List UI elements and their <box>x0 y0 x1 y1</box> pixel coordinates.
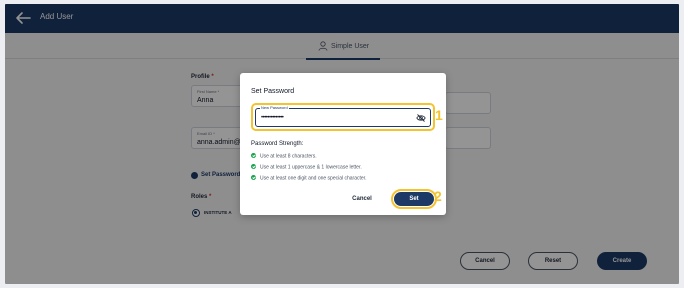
eye-off-icon[interactable] <box>416 113 426 123</box>
set-button[interactable]: Set <box>394 192 434 206</box>
check-circle-icon <box>251 175 256 180</box>
step-marker-1: 1 <box>435 107 443 123</box>
password-highlight: New Password •••••••••••••• <box>251 103 435 131</box>
check-circle-icon <box>251 164 256 169</box>
app-window: Add User Simple User Profile * First Nam… <box>5 4 679 284</box>
new-password-label: New Password <box>260 105 289 110</box>
rule-item: Use at least 1 uppercase & 1 lowercase l… <box>251 164 362 171</box>
dialog-cancel-button[interactable]: Cancel <box>340 190 384 208</box>
password-strength-title: Password Strength: <box>251 141 304 147</box>
rule-item: Use at least one digit and one special c… <box>251 175 366 182</box>
set-password-dialog: Set Password New Password ••••••••••••••… <box>240 73 446 215</box>
new-password-input[interactable]: New Password •••••••••••••• <box>255 105 431 127</box>
set-highlight: Set <box>391 189 437 209</box>
rule-item: Use at least 8 characters. <box>251 153 317 160</box>
dialog-title: Set Password <box>251 88 295 95</box>
step-marker-2: 2 <box>434 188 442 204</box>
new-password-value: •••••••••••••• <box>261 115 284 121</box>
check-circle-icon <box>251 153 256 158</box>
